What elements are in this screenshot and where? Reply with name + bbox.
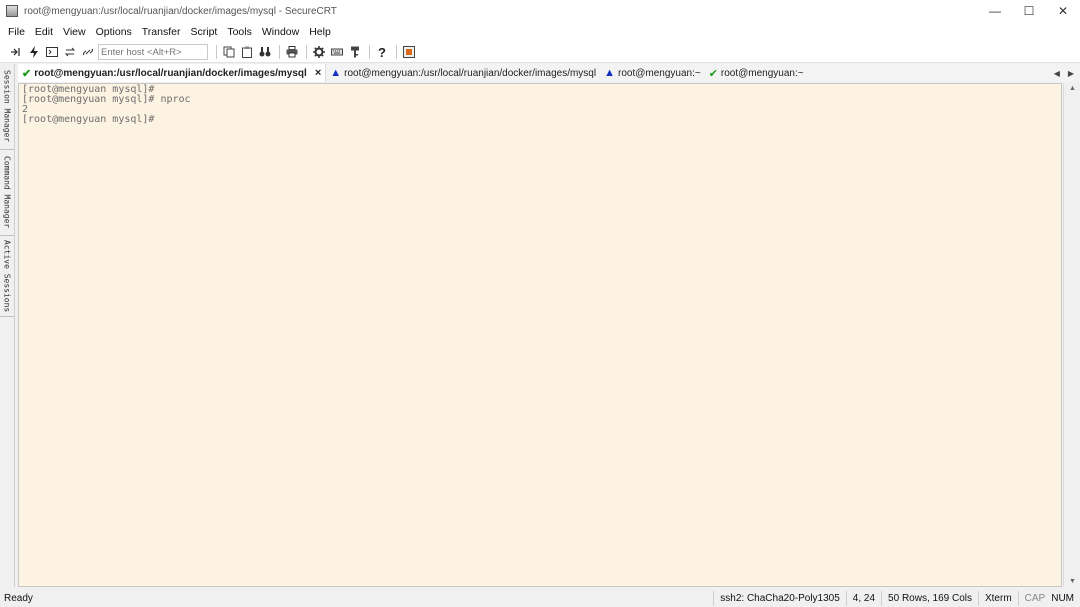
menu-file[interactable]: File <box>8 26 25 38</box>
vertical-scrollbar[interactable]: ▲ ▼ <box>1063 83 1080 587</box>
warning-icon: ▲ <box>604 67 615 79</box>
menu-edit[interactable]: Edit <box>35 26 53 38</box>
command-manager-label: Command Manager <box>2 156 12 229</box>
menu-script[interactable]: Script <box>191 26 218 38</box>
disconnect-icon[interactable] <box>80 44 96 60</box>
window-title: root@mengyuan:/usr/local/ruanjian/docker… <box>24 5 337 17</box>
terminal-line: 2 <box>22 104 29 115</box>
close-tab-icon[interactable]: × <box>315 67 321 79</box>
session-tab[interactable]: ▲ root@mengyuan:/usr/local/ruanjian/dock… <box>326 64 600 82</box>
host-input[interactable] <box>98 44 208 60</box>
terminal-line: [root@mengyuan mysql]# <box>22 114 155 125</box>
terminal-icon[interactable] <box>44 44 60 60</box>
settings-icon[interactable] <box>311 44 327 60</box>
menu-options[interactable]: Options <box>96 26 132 38</box>
status-cipher: ssh2: ChaCha20-Poly1305 <box>713 591 846 606</box>
session-tab-label: root@mengyuan:~ <box>617 67 701 79</box>
toolbar: ? <box>0 42 1080 63</box>
scroll-down-icon[interactable]: ▼ <box>1069 578 1076 585</box>
reconnect-icon[interactable] <box>62 44 78 60</box>
session-tab-bar: ✔ root@mengyuan:/usr/local/ruanjian/dock… <box>18 64 1080 82</box>
help-icon[interactable]: ? <box>374 44 390 60</box>
status-num-lock: NUM <box>1051 593 1074 604</box>
session-tab[interactable]: ▲ root@mengyuan:~ <box>600 64 705 82</box>
paste-icon[interactable] <box>239 44 255 60</box>
docked-sidebar: Session Manager Command Manager Active S… <box>0 64 15 587</box>
toolbar-separator <box>216 45 217 59</box>
scroll-up-icon[interactable]: ▲ <box>1069 85 1076 92</box>
status-cursor-position: 4, 24 <box>845 591 881 606</box>
menu-tools[interactable]: Tools <box>227 26 252 38</box>
menu-help[interactable]: Help <box>309 26 331 38</box>
tab-scroll-right-icon[interactable]: ▶ <box>1068 69 1074 78</box>
session-tab-label: root@mengyuan:~ <box>720 67 804 79</box>
status-bar: Ready ssh2: ChaCha20-Poly1305 4, 24 50 R… <box>0 590 1080 607</box>
terminal-line: [root@mengyuan mysql]# nproc <box>22 94 191 105</box>
menu-bar: File Edit View Options Transfer Script T… <box>0 22 1080 42</box>
session-tab[interactable]: ✔ root@mengyuan:~ <box>705 64 808 82</box>
menu-window[interactable]: Window <box>262 26 299 38</box>
key-icon[interactable] <box>347 44 363 60</box>
toolbar-separator <box>369 45 370 59</box>
maximize-button[interactable]: ☐ <box>1012 0 1046 22</box>
minimize-button[interactable]: — <box>978 0 1012 22</box>
copy-icon[interactable] <box>221 44 237 60</box>
connected-check-icon: ✔ <box>708 67 718 80</box>
print-icon[interactable] <box>284 44 300 60</box>
active-sessions-tab[interactable]: Active Sessions <box>0 236 14 317</box>
close-button[interactable]: ✕ <box>1046 0 1080 22</box>
toolbar-separator <box>396 45 397 59</box>
session-tab-label: root@mengyuan:/usr/local/ruanjian/docker… <box>344 67 597 79</box>
status-caps-lock: CAP <box>1017 591 1052 606</box>
securecrt-app-icon <box>6 5 18 17</box>
warning-icon: ▲ <box>330 67 342 79</box>
status-ready: Ready <box>4 593 33 604</box>
connect-icon[interactable] <box>8 44 24 60</box>
status-emulation: Xterm <box>977 591 1018 606</box>
title-bar: root@mengyuan:/usr/local/ruanjian/docker… <box>0 0 1080 22</box>
tab-scroll-left-icon[interactable]: ◀ <box>1054 69 1060 78</box>
toolbar-separator <box>306 45 307 59</box>
keymap-icon[interactable] <box>329 44 345 60</box>
session-manager-label: Session Manager <box>2 70 12 143</box>
menu-transfer[interactable]: Transfer <box>142 26 181 38</box>
toolbar-separator <box>279 45 280 59</box>
command-manager-tab[interactable]: Command Manager <box>0 150 14 236</box>
session-tab[interactable]: ✔ root@mengyuan:/usr/local/ruanjian/dock… <box>18 64 327 82</box>
find-icon[interactable] <box>257 44 273 60</box>
active-sessions-label: Active Sessions <box>2 239 12 313</box>
sftp-icon[interactable] <box>401 44 417 60</box>
connected-check-icon: ✔ <box>22 67 32 80</box>
menu-view[interactable]: View <box>63 26 86 38</box>
session-tab-label: root@mengyuan:/usr/local/ruanjian/docker… <box>34 67 307 79</box>
quick-connect-icon[interactable] <box>26 44 42 60</box>
terminal-area[interactable]: [root@mengyuan mysql]# [root@mengyuan my… <box>18 83 1062 587</box>
status-terminal-size: 50 Rows, 169 Cols <box>881 591 978 606</box>
session-manager-tab[interactable]: Session Manager <box>0 64 14 150</box>
